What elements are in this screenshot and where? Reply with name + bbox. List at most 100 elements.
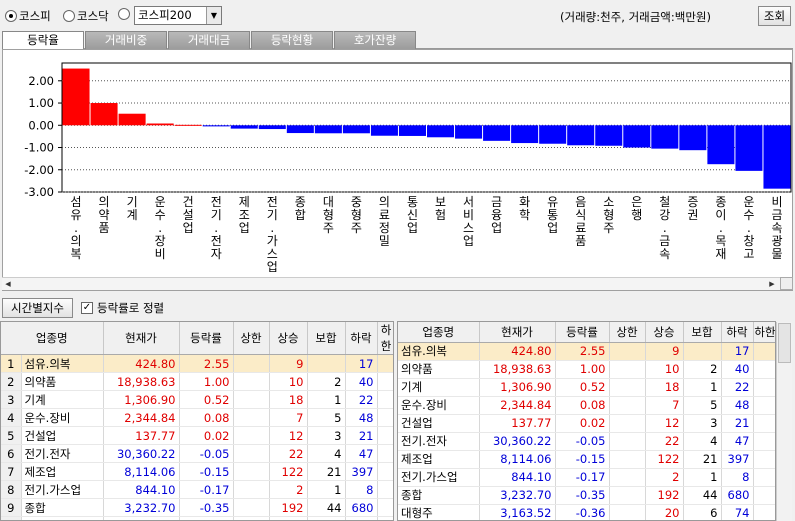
change-rate: -0.36	[555, 504, 610, 520]
x-tick-label: 소형주	[603, 195, 614, 235]
lower-limit-count	[377, 444, 393, 463]
upper-limit-count	[233, 480, 270, 499]
scroll-right-icon[interactable]: ▶	[766, 278, 778, 290]
table-vertical-scrollbar[interactable]	[776, 322, 792, 521]
radio-index[interactable]	[118, 8, 132, 20]
col-rate[interactable]: 등락률	[555, 322, 610, 343]
col-upper[interactable]: 상한	[233, 322, 270, 355]
change-rate: -0.15	[555, 450, 610, 469]
table-row[interactable]: 전기.가스업 844.10 -0.17 2 1 8	[398, 468, 775, 487]
table-row[interactable]: 섬유.의복 424.80 2.55 9 17	[398, 342, 775, 361]
bar	[679, 125, 707, 151]
x-tick-label: 전기.가스업	[267, 195, 278, 274]
col-up[interactable]: 상승	[269, 322, 308, 355]
flat-count: 6	[307, 516, 346, 520]
flat-count	[307, 354, 346, 373]
tab-volume-share[interactable]: 거래비중	[85, 31, 167, 49]
table-row[interactable]: 4 운수.장비 2,344.84 0.08 7 5 48	[1, 408, 393, 427]
sector-name: 운수.장비	[21, 408, 104, 427]
table-row[interactable]: 건설업 137.77 0.02 12 3 21	[398, 414, 775, 433]
sector-name: 운수.장비	[398, 396, 480, 415]
table-right: 업종명 현재가 등락률 상한 상승 보합 하락 하한 섬유.의복 424.80 2.…	[398, 322, 775, 520]
change-rate: 2.55	[555, 342, 610, 361]
col-flat[interactable]: 보합	[307, 322, 346, 355]
bar	[202, 125, 230, 127]
tab-trade-amount[interactable]: 거래대금	[168, 31, 250, 49]
table-row[interactable]: 8 전기.가스업 844.10 -0.17 2 1 8	[1, 480, 393, 499]
table-row[interactable]: 7 제조업 8,114.06 -0.15 122 21 397	[1, 462, 393, 481]
table-header-row: 업종명 현재가 등락률 상한 상승 보합 하락 하한	[398, 322, 775, 343]
upper-limit-count	[609, 486, 646, 505]
flat-count: 2	[683, 360, 722, 379]
bar	[90, 103, 118, 126]
x-tick-label: 섬유.의복	[70, 195, 81, 261]
lookup-button[interactable]: 조회	[758, 6, 791, 26]
rise-count: 2	[645, 468, 684, 487]
y-tick-label: -3.00	[24, 185, 54, 199]
index-select[interactable]: 코스피200 ▼	[134, 6, 222, 25]
table-row[interactable]: 전기.전자 30,360.22 -0.05 22 4 47	[398, 432, 775, 451]
col-name[interactable]: 업종명	[1, 322, 104, 355]
lower-limit-count	[377, 516, 393, 520]
table-row[interactable]: 2 의약품 18,938.63 1.00 10 2 40	[1, 372, 393, 391]
rise-count: 9	[269, 354, 308, 373]
lower-limit-count	[753, 486, 775, 505]
radio-kospi-circle[interactable]	[5, 10, 17, 22]
x-tick-label: 유통업	[547, 195, 558, 235]
table-row[interactable]: 의약품 18,938.63 1.00 10 2 40	[398, 360, 775, 379]
table-row[interactable]: 종합 3,232.70 -0.35 192 44 680	[398, 486, 775, 505]
bar	[483, 125, 511, 141]
radio-index-circle[interactable]	[118, 8, 130, 20]
table-row[interactable]: 9 종합 3,232.70 -0.35 192 44 680	[1, 498, 393, 517]
sector-table-right: 업종명 현재가 등락률 상한 상승 보합 하락 하한 섬유.의복 424.80 2.…	[397, 321, 776, 521]
check-icon[interactable]: ✓	[81, 302, 93, 314]
x-tick-label: 증권	[687, 195, 698, 222]
tab-status[interactable]: 등락현황	[251, 31, 333, 49]
tab-orderbook[interactable]: 호가잔량	[334, 31, 416, 49]
table-row[interactable]: 3 기계 1,306.90 0.52 18 1 22	[1, 390, 393, 409]
fall-count: 48	[721, 396, 754, 415]
table-row[interactable]: 운수.장비 2,344.84 0.08 7 5 48	[398, 396, 775, 415]
table-row[interactable]: 제조업 8,114.06 -0.15 122 21 397	[398, 450, 775, 469]
corner-grip-icon	[780, 277, 793, 290]
col-up[interactable]: 상승	[645, 322, 684, 343]
x-tick-label: 종합	[295, 195, 306, 222]
scroll-left-icon[interactable]: ◀	[2, 278, 14, 290]
col-upper[interactable]: 상한	[609, 322, 646, 343]
fall-count: 74	[345, 516, 378, 520]
tab-rate[interactable]: 등락율	[2, 31, 84, 50]
lower-limit-count	[753, 504, 775, 520]
table-row[interactable]: 10대형주3,163.52-0.36 20674	[1, 516, 393, 520]
x-tick-label: 보험	[435, 195, 446, 222]
table-row[interactable]: 5 건설업 137.77 0.02 12 3 21	[1, 426, 393, 445]
radio-kosdaq[interactable]: 코스닥	[63, 8, 109, 24]
lower-limit-count	[377, 426, 393, 445]
col-name[interactable]: 업종명	[398, 322, 480, 343]
col-rate[interactable]: 등락률	[179, 322, 234, 355]
col-lower[interactable]: 하한	[377, 322, 393, 355]
radio-kospi[interactable]: 코스피	[5, 8, 51, 24]
fall-count: 397	[345, 462, 378, 481]
change-rate: 0.02	[179, 426, 234, 445]
scroll-thumb[interactable]	[778, 323, 791, 363]
lower-limit-count	[753, 450, 775, 469]
table-row[interactable]: 대형주 3,163.52 -0.36 20 6 74	[398, 504, 775, 520]
sector-name: 기계	[398, 378, 480, 397]
col-down[interactable]: 하락	[345, 322, 378, 355]
chart-horizontal-scrollbar[interactable]: ◀ ▶	[2, 277, 780, 290]
table-row[interactable]: 6 전기.전자 30,360.22 -0.05 22 4 47	[1, 444, 393, 463]
col-flat[interactable]: 보합	[683, 322, 722, 343]
sort-by-rate-checkbox[interactable]: ✓ 등락률로 정렬	[81, 298, 164, 318]
radio-kosdaq-circle[interactable]	[63, 10, 75, 22]
col-lower[interactable]: 하한	[753, 322, 775, 343]
time-index-button[interactable]: 시간별지수	[2, 298, 73, 318]
table-row[interactable]: 기계 1,306.90 0.52 18 1 22	[398, 378, 775, 397]
rise-count: 7	[645, 396, 684, 415]
fall-count: 17	[721, 342, 754, 361]
col-price[interactable]: 현재가	[479, 322, 556, 343]
table-row[interactable]: 1 섬유.의복 424.80 2.55 9 17	[1, 354, 393, 373]
col-down[interactable]: 하락	[721, 322, 754, 343]
col-price[interactable]: 현재가	[103, 322, 180, 355]
chevron-down-icon[interactable]: ▼	[206, 7, 221, 24]
upper-limit-count	[233, 462, 270, 481]
